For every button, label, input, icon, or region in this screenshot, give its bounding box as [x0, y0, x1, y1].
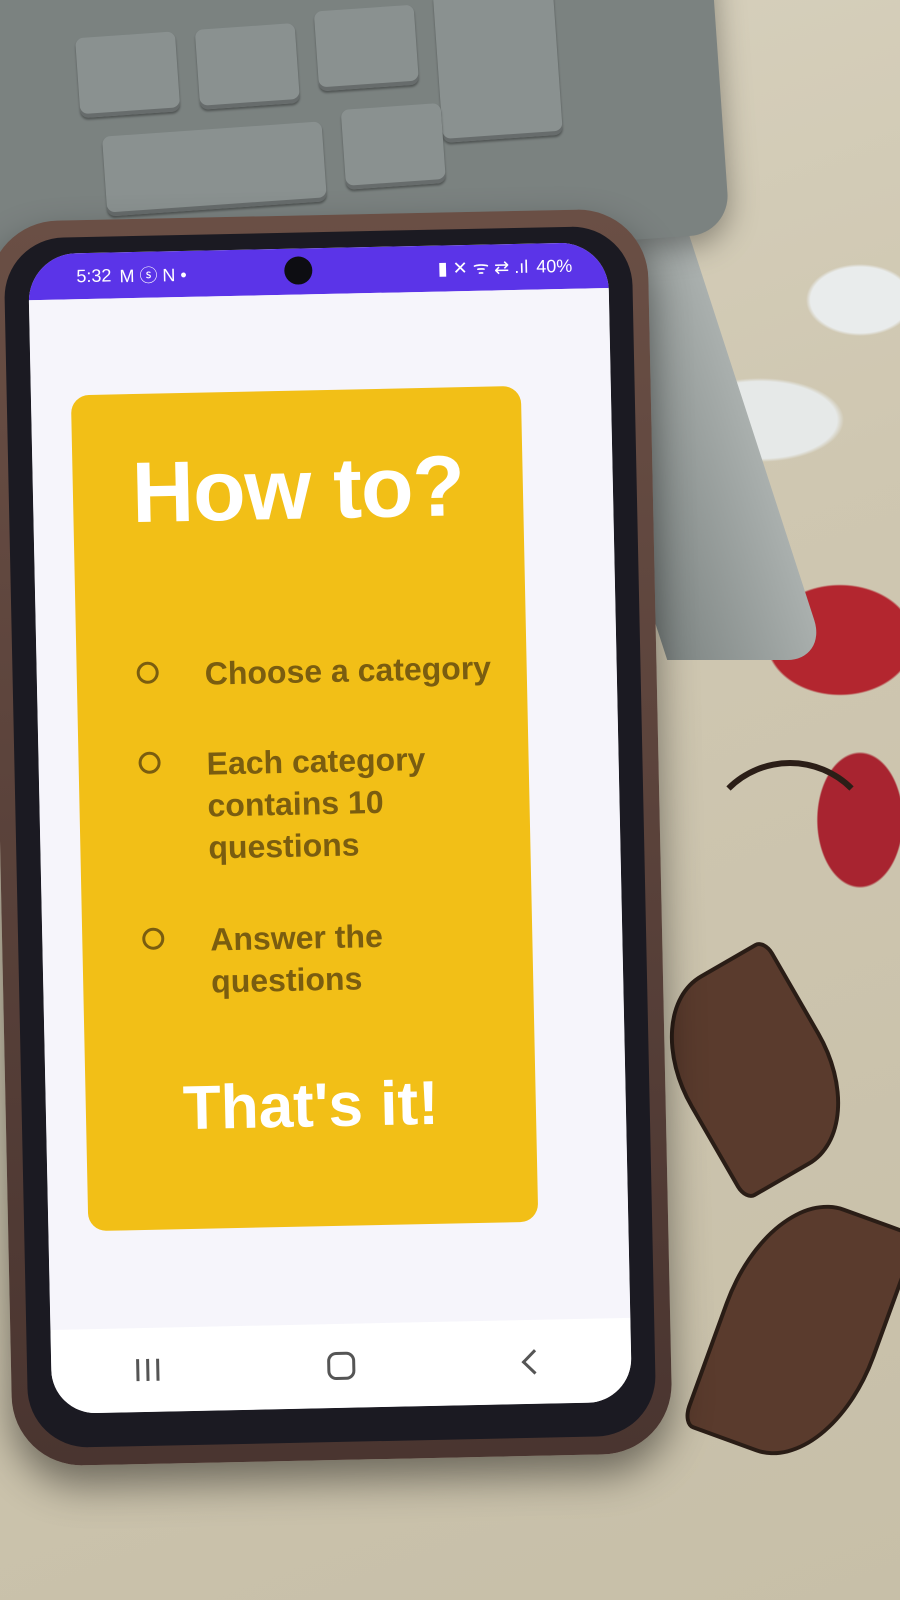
- app-content: How to? Choose a category Each category …: [28, 288, 631, 1330]
- steps-list: Choose a category Each category contains…: [136, 646, 524, 1052]
- how-to-card: How to? Choose a category Each category …: [70, 385, 539, 1232]
- notification-icons: M ⓢ N •: [119, 264, 187, 287]
- keyboard-key: [101, 121, 328, 217]
- circle-bullet-icon: [138, 751, 161, 774]
- keyboard-key: [194, 22, 301, 110]
- system-icons: ▮ ✕ ᯤ ⇄ .ıl: [437, 256, 529, 279]
- keyboard-key: [432, 0, 563, 143]
- home-icon: [326, 1351, 356, 1381]
- front-camera: [284, 256, 313, 285]
- recents-icon: [136, 1358, 160, 1382]
- navigation-bar: [50, 1317, 633, 1414]
- circle-bullet-icon: [136, 661, 159, 685]
- status-time: 5:32: [76, 264, 112, 286]
- keyboard-key: [313, 4, 420, 92]
- keyboard-key: [75, 31, 181, 119]
- step-text: Answer the questions: [209, 917, 384, 1000]
- circle-bullet-icon: [142, 927, 165, 950]
- closing-text: That's it!: [182, 1068, 440, 1144]
- status-right: ▮ ✕ ᯤ ⇄ .ıl 40%: [438, 254, 573, 281]
- step-text: Each category contains 10 questions: [206, 740, 426, 866]
- step-item: Answer the questions: [142, 912, 524, 1004]
- step-item: Each category contains 10 questions: [138, 736, 521, 870]
- back-icon: [521, 1349, 548, 1375]
- battery-level: 40%: [536, 255, 573, 277]
- status-left: 5:32 M ⓢ N •: [76, 261, 187, 289]
- card-title: How to?: [130, 438, 465, 542]
- keyboard-key: [340, 102, 447, 190]
- back-button[interactable]: [494, 1331, 575, 1393]
- phone-screen: 5:32 M ⓢ N • ▮ ✕ ᯤ ⇄ .ıl 40% How to? Cho…: [27, 242, 633, 1414]
- home-button[interactable]: [301, 1335, 382, 1397]
- cloth-stem: [700, 760, 880, 940]
- step-item: Choose a category: [136, 646, 517, 696]
- recents-button[interactable]: [107, 1339, 188, 1401]
- step-text: Choose a category: [204, 649, 492, 692]
